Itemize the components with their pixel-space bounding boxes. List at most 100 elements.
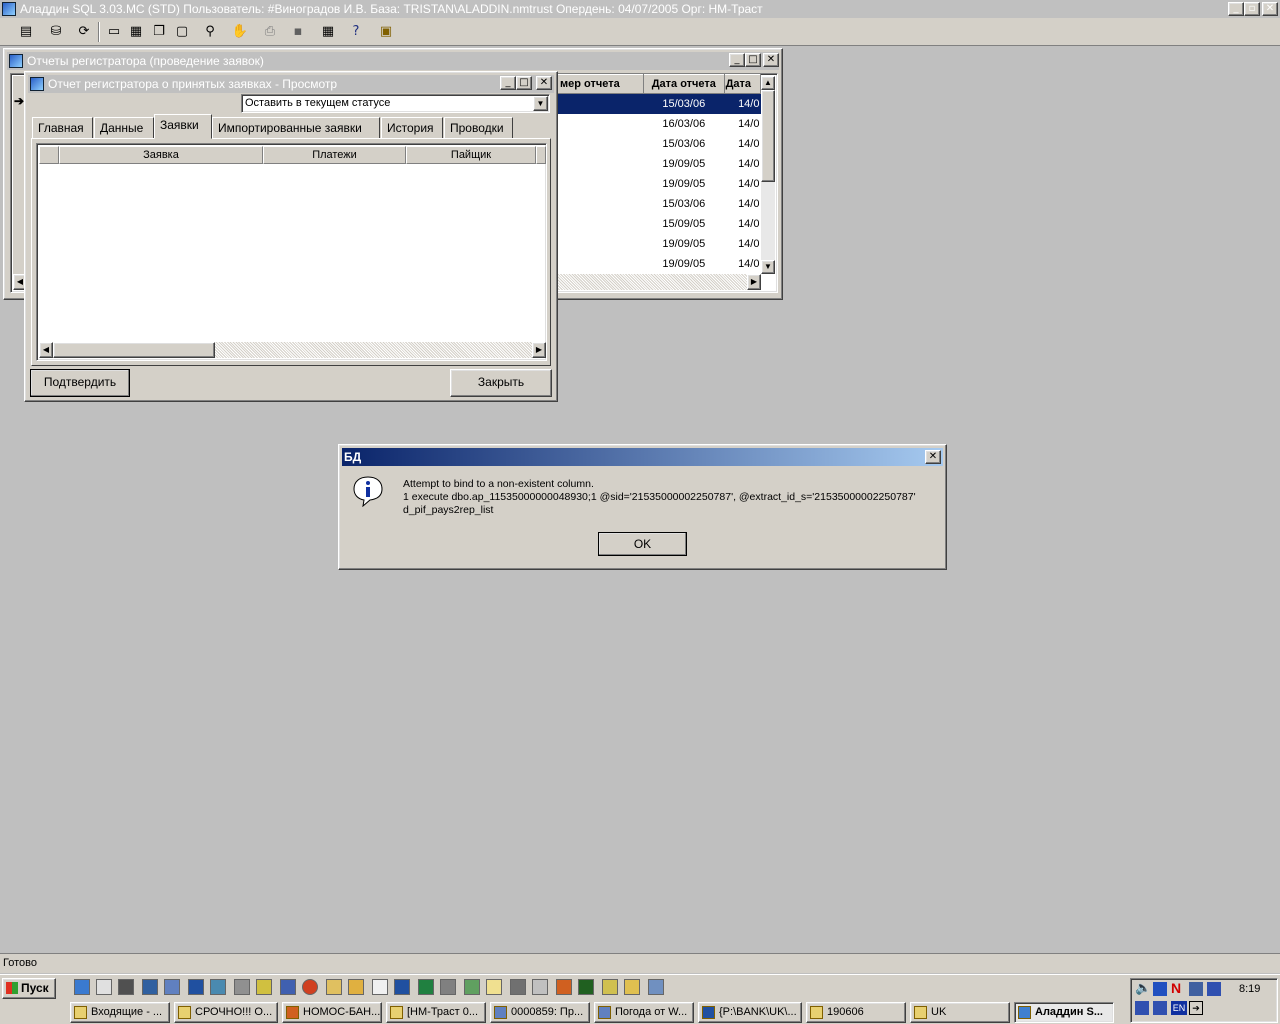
- scroll-thumb[interactable]: [761, 90, 775, 182]
- status-select[interactable]: Оставить в текущем статусе ▼: [241, 94, 550, 113]
- network-icon[interactable]: [1189, 982, 1203, 996]
- column-header[interactable]: Дата: [723, 74, 762, 94]
- reports-close-button[interactable]: ✕: [763, 53, 779, 67]
- scroll-up-icon[interactable]: ▲: [761, 76, 775, 90]
- gear-icon[interactable]: [440, 979, 456, 995]
- table-row[interactable]: 19/09/05 14/0: [558, 234, 761, 254]
- globe-icon[interactable]: [164, 979, 180, 995]
- task-button[interactable]: Погода от W...: [594, 1002, 694, 1023]
- tab-main[interactable]: Главная: [32, 117, 93, 139]
- column-header[interactable]: мер отчета: [556, 74, 645, 94]
- keyboard-icon[interactable]: [210, 979, 226, 995]
- book-icon[interactable]: [188, 979, 204, 995]
- tab-imported-requests[interactable]: Импортированные заявки: [212, 117, 380, 139]
- app-icon[interactable]: [280, 979, 296, 995]
- scroll-thumb[interactable]: [53, 342, 215, 358]
- table-row[interactable]: 19/09/05 14/0: [558, 254, 761, 274]
- tile-icon[interactable]: ▦: [126, 22, 146, 42]
- refresh-icon[interactable]: ⟳: [74, 22, 94, 42]
- reports-minimize-button[interactable]: _: [729, 53, 745, 67]
- table-row[interactable]: 19/09/05 14/0: [558, 174, 761, 194]
- language-indicator[interactable]: EN: [1171, 1001, 1187, 1015]
- task-button[interactable]: СРОЧНО!!! О...: [174, 1002, 278, 1023]
- folder4-icon[interactable]: [602, 979, 618, 995]
- notepad-icon[interactable]: [96, 979, 112, 995]
- task-button[interactable]: UK: [910, 1002, 1010, 1023]
- window-icon[interactable]: ▭: [104, 22, 124, 42]
- arrow-icon[interactable]: ➔: [1189, 1001, 1203, 1015]
- reports-maximize-button[interactable]: □: [745, 53, 761, 67]
- dialog-close-button[interactable]: ✕: [925, 450, 941, 464]
- n-icon[interactable]: N: [1171, 980, 1181, 996]
- requests-hscrollbar[interactable]: ◀ ▶: [39, 342, 546, 358]
- task-button[interactable]: 0000859: Пр...: [490, 1002, 590, 1023]
- ie-icon[interactable]: [74, 979, 90, 995]
- stop-icon[interactable]: ✋: [230, 22, 250, 42]
- close-app-button[interactable]: ✕: [1262, 2, 1278, 16]
- tab-requests[interactable]: Заявки: [154, 114, 212, 139]
- folder-icon[interactable]: [326, 979, 342, 995]
- binoculars-icon[interactable]: ⚲: [200, 22, 220, 42]
- tool-icon[interactable]: [234, 979, 250, 995]
- scroll-right-icon[interactable]: ▶: [532, 342, 546, 358]
- task-button[interactable]: Входящие - ...: [70, 1002, 170, 1023]
- tab-history[interactable]: История: [381, 117, 443, 139]
- column-header[interactable]: Платежи: [263, 146, 406, 164]
- view-minimize-button[interactable]: _: [500, 76, 516, 90]
- column-header[interactable]: Пайщик: [406, 146, 536, 164]
- shield-icon[interactable]: [1135, 1001, 1149, 1015]
- minimize-all-icon[interactable]: ▢: [172, 22, 192, 42]
- speaker-icon[interactable]: 🔈: [1135, 981, 1151, 996]
- folder2-icon[interactable]: [348, 979, 364, 995]
- database-icon[interactable]: ⛁: [46, 22, 66, 42]
- printer-icon[interactable]: [118, 979, 134, 995]
- column-header[interactable]: Заявка: [59, 146, 263, 164]
- confirm-button[interactable]: Подтвердить: [30, 369, 130, 397]
- column-header[interactable]: Дата отчета: [643, 74, 725, 94]
- tab-postings[interactable]: Проводки: [444, 117, 513, 139]
- chart-icon[interactable]: [464, 979, 480, 995]
- network-icon[interactable]: [142, 979, 158, 995]
- calendar-icon[interactable]: ▦: [318, 22, 338, 42]
- ok-button[interactable]: OK: [598, 532, 687, 556]
- table-row[interactable]: 19/09/05 14/0: [558, 154, 761, 174]
- table-row[interactable]: 15/03/06 14/0: [558, 134, 761, 154]
- close-button[interactable]: Закрыть: [450, 369, 552, 397]
- cube-icon[interactable]: [578, 979, 594, 995]
- word-icon[interactable]: [394, 979, 410, 995]
- fox-icon[interactable]: [556, 979, 572, 995]
- scroll-right-icon[interactable]: ▶: [747, 274, 761, 290]
- reports-vscrollbar[interactable]: ▲ ▼: [761, 76, 775, 274]
- task-button[interactable]: {P:\BANK\UK\...: [698, 1002, 802, 1023]
- monitor-icon[interactable]: [1207, 982, 1221, 996]
- view-maximize-button[interactable]: □: [516, 76, 532, 90]
- table-row[interactable]: 15/09/05 14/0: [558, 214, 761, 234]
- scroll-down-icon[interactable]: ▼: [761, 260, 775, 274]
- window-icon[interactable]: [532, 979, 548, 995]
- start-button[interactable]: Пуск: [2, 978, 56, 999]
- tool2-icon[interactable]: [510, 979, 526, 995]
- view-close-button[interactable]: ✕: [536, 76, 552, 90]
- globe2-icon[interactable]: [648, 979, 664, 995]
- folder3-icon[interactable]: [486, 979, 502, 995]
- help-icon[interactable]: ?: [346, 22, 366, 42]
- table-row[interactable]: 15/03/06 14/0: [557, 93, 761, 114]
- table-row[interactable]: 16/03/06 14/0: [558, 114, 761, 134]
- restore-button[interactable]: ▫: [1244, 2, 1260, 16]
- list-icon[interactable]: ▤: [16, 22, 36, 42]
- task-button[interactable]: 190606: [806, 1002, 906, 1023]
- print-icon[interactable]: ⎙: [260, 22, 280, 42]
- doc-icon[interactable]: [372, 979, 388, 995]
- minimize-button[interactable]: _: [1228, 2, 1244, 16]
- media-icon[interactable]: [302, 979, 318, 995]
- folder5-icon[interactable]: [624, 979, 640, 995]
- table-row[interactable]: 15/03/06 14/0: [558, 194, 761, 214]
- tab-data[interactable]: Данные: [94, 117, 154, 139]
- chevron-down-icon[interactable]: ▼: [533, 96, 548, 111]
- clock-icon[interactable]: [256, 979, 272, 995]
- scroll-left-icon[interactable]: ◀: [39, 342, 53, 358]
- cascade-icon[interactable]: ❐: [149, 22, 169, 42]
- excel-icon[interactable]: [418, 979, 434, 995]
- play-icon[interactable]: [1153, 982, 1167, 996]
- save-icon[interactable]: ▪: [288, 22, 308, 42]
